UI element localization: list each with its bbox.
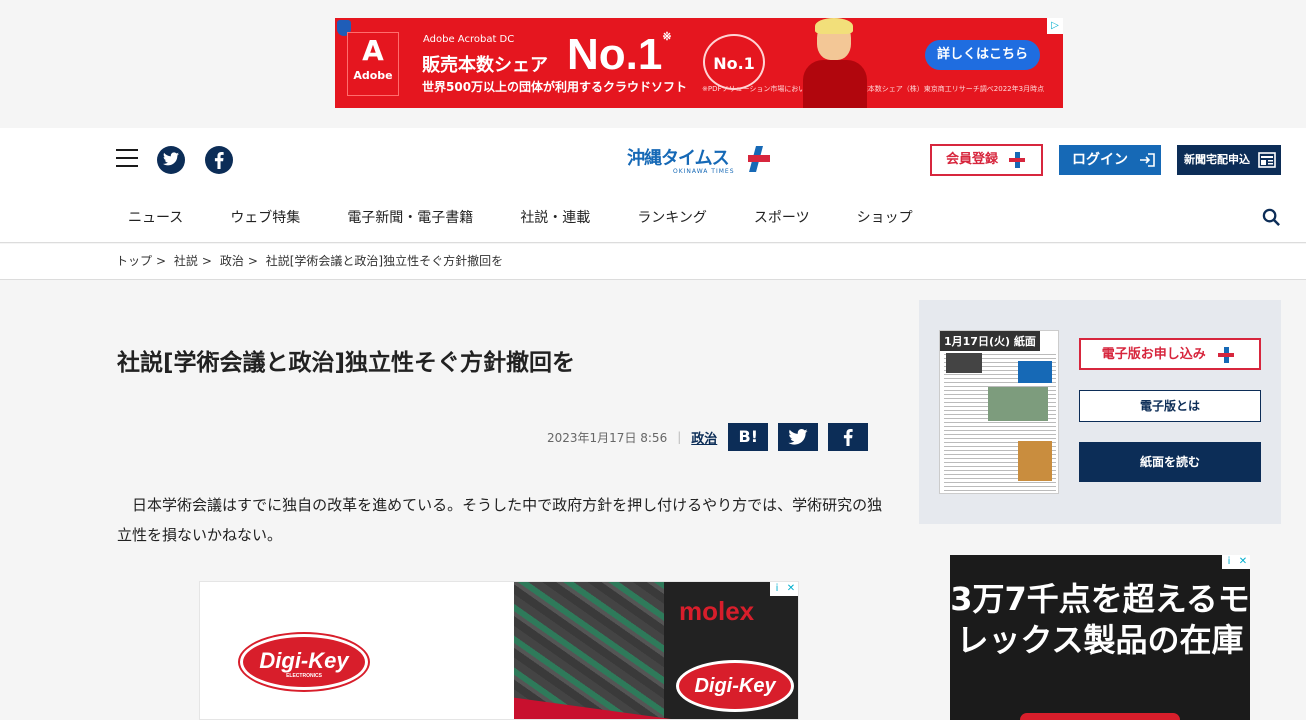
delivery-button[interactable]: 新聞宅配申込 [1177,145,1281,175]
top-ad-area: A Adobe Adobe Acrobat DC 販売本数シェア No.1※ 世… [0,0,1306,128]
breadcrumb: トップ > 社説 > 政治 > 社説[学術会議と政治]独立性そぐ方針撤回を [0,244,1306,280]
login-button[interactable]: ログイン [1059,145,1161,175]
digikey-logo-2: Digi-Key [676,660,794,712]
facebook-icon [844,429,853,446]
molex-logo: molex [679,596,755,626]
paper-date-label: 1月17日(火) 紙面 [940,331,1040,351]
article-title: 社説[学術会議と政治]独立性そぐ方針撤回を [117,350,576,376]
nav-sports[interactable]: スポーツ [754,207,810,227]
newspaper-icon [1258,152,1276,168]
plus-icon [1008,151,1025,168]
e-edition-apply-button[interactable]: 電子版お申し込み [1079,338,1261,370]
adobe-logo: A Adobe [347,32,399,96]
close-icon[interactable]: ✕ [784,582,798,596]
register-button[interactable]: 会員登録 [930,144,1043,176]
article-date: 2023年1月17日 8:56 [547,430,668,445]
hatena-share-button[interactable]: B! [728,423,769,451]
site-logo[interactable]: 沖縄タイムス OKINAWA TIMES [627,144,777,178]
category-link[interactable]: 政治 [691,428,717,447]
inline-ad[interactable]: Digi-Key ELECTRONICS molex Digi-Key i ✕ [199,581,799,720]
close-icon[interactable]: ✕ [1236,555,1250,569]
ad-no1: No.1※ [567,30,672,79]
breadcrumb-editorial[interactable]: 社説 [174,254,198,268]
paper-thumbnail[interactable]: 1月17日(火) 紙面 [939,330,1059,494]
read-paper-button[interactable]: 紙面を読む [1079,442,1261,482]
twitter-share-button[interactable] [778,423,819,451]
main-nav: ニュース ウェブ特集 電子新聞・電子書籍 社説・連載 ランキング スポーツ ショ… [128,207,960,227]
nav-shop[interactable]: ショップ [857,207,913,227]
ad-headline: 販売本数シェア [422,55,548,76]
plus-logo-icon [748,146,770,172]
ad-person-image [795,18,875,108]
nav-news[interactable]: ニュース [128,207,183,227]
facebook-share-button[interactable] [828,423,869,451]
twitter-icon [788,429,808,445]
ad-product-image [514,582,664,719]
ad-product-name: Adobe Acrobat DC [423,34,515,45]
menu-icon[interactable] [116,149,138,169]
nav-web-feature[interactable]: ウェブ特集 [230,207,300,227]
adchoices-icon[interactable]: i [1222,555,1236,569]
breadcrumb-top[interactable]: トップ [116,254,152,268]
e-edition-about-button[interactable]: 電子版とは [1079,390,1261,422]
side-ad[interactable]: 3万7千点を超えるモレックス製品の在庫 i ✕ [950,555,1250,720]
nav-ranking[interactable]: ランキング [637,207,707,227]
ad-cta-button[interactable]: 詳しくはこちら [925,40,1040,70]
article-meta: 2023年1月17日 8:56 | 政治 B! [547,423,869,451]
article-lead: 日本学術会議はすでに独自の改革を進めている。そうした中で政府方針を押し付けるやり… [117,496,883,544]
twitter-icon[interactable] [157,146,185,174]
search-icon[interactable] [1262,208,1281,227]
ad-subline: 世界500万以上の団体が利用するクラウドソフト [422,80,688,94]
adchoices-icon[interactable]: i [770,582,784,596]
facebook-icon[interactable] [205,146,233,174]
side-ad-text: 3万7千点を超えるモレックス製品の在庫 [950,580,1250,659]
top-banner-ad[interactable]: A Adobe Adobe Acrobat DC 販売本数シェア No.1※ 世… [335,18,1063,108]
breadcrumb-politics[interactable]: 政治 [220,254,244,268]
digikey-logo: Digi-Key ELECTRONICS [238,632,370,692]
breadcrumb-current: 社説[学術会議と政治]独立性そぐ方針撤回を [265,254,504,268]
plus-icon [1218,346,1235,363]
nav-e-newspaper[interactable]: 電子新聞・電子書籍 [347,207,473,227]
site-header: 沖縄タイムス OKINAWA TIMES 会員登録 ログイン 新聞宅配申込 ニュ… [0,128,1306,243]
adchoices-icon[interactable]: ▷ [1047,18,1063,34]
ad-no1-badge: No.1 [703,34,765,90]
e-paper-box: 1月17日(火) 紙面 電子版お申し込み 電子版とは 紙面を読む [919,300,1281,524]
login-icon [1139,153,1155,167]
nav-editorial[interactable]: 社説・連載 [520,207,590,227]
